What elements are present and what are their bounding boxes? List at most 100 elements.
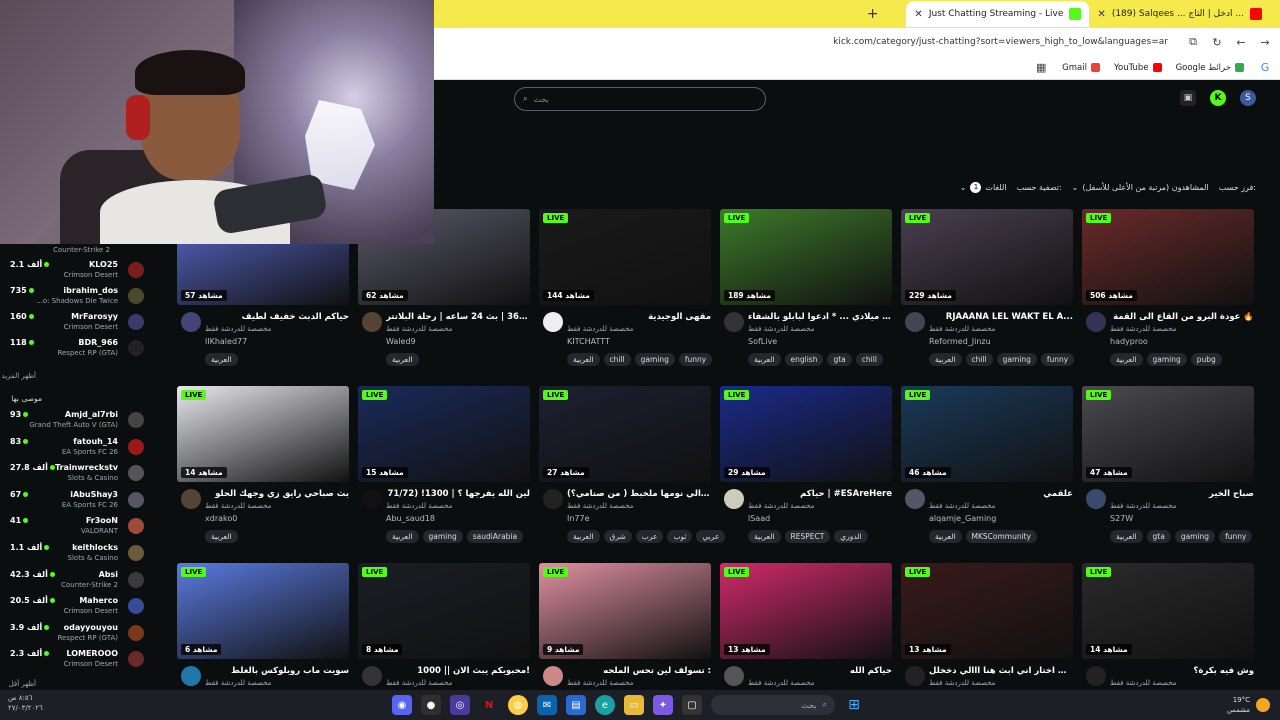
stream-thumbnail[interactable]: LIVE 144 مشاهد — [539, 209, 711, 305]
avatar[interactable] — [1086, 489, 1106, 509]
stream-title[interactable]: حياكم الدبث خفيف لطيف — [205, 312, 349, 322]
url-field[interactable]: kick.com/category/just-chatting?sort=vie… — [833, 37, 1168, 47]
stream-title[interactable]: البث 36 | بث 24 ساعه | رحلة البلاتتر — [386, 312, 530, 322]
stream-title[interactable]: حياكم | #ESAreHere — [748, 489, 892, 499]
sidebar-channel[interactable]: 2.1 ألف KLO25 Crimson Desert — [0, 258, 160, 284]
stream-tag[interactable]: gaming — [1174, 530, 1216, 543]
stream-thumbnail[interactable]: LIVE 189 مشاهد — [720, 209, 892, 305]
stream-tag[interactable]: gaming — [422, 530, 463, 543]
clock[interactable]: ٨:٥٦ ص ٢٧/٠٣/٢٠٢٦ — [8, 693, 43, 713]
google-icon[interactable]: G — [1258, 61, 1272, 74]
sidebar-channel[interactable]: 118 BDR_966 Respect RP (GTA) — [0, 336, 160, 362]
sidebar-channel[interactable]: 41 Fr3ooN VALORANT — [0, 514, 160, 540]
stream-tag[interactable]: العربية — [567, 353, 600, 366]
stream-title[interactable]: RJAAANA LEL WAKT EL A... — [929, 312, 1073, 322]
stream-tag[interactable]: gaming — [996, 353, 1037, 366]
netflix-icon[interactable]: N — [479, 695, 499, 715]
stream-title[interactable]: 71/72) !1300 | لين الله يفرجها ؟ — [386, 489, 530, 499]
stream-tag[interactable]: chill — [855, 353, 883, 366]
sidebar-channel[interactable]: 20.5 ألف Maherco Crimson Desert — [0, 594, 160, 620]
stream-category[interactable]: مخصصة للدردشة فقط — [748, 679, 892, 687]
sidebar-channel[interactable]: 1.1 ألف keithlocks Slots & Casino — [0, 541, 160, 567]
kick-logo-icon[interactable]: K — [1210, 90, 1226, 106]
store-icon[interactable]: ▤ — [566, 695, 586, 715]
stream-card[interactable]: LIVE 15 مشاهد 71/72) !1300 | لين الله يفرج… — [358, 386, 530, 556]
stream-tag[interactable]: العربية — [205, 353, 238, 366]
stream-category[interactable]: مخصصة للدردشة فقط — [205, 679, 349, 687]
forward-icon[interactable]: ← — [1234, 36, 1248, 49]
stream-thumbnail[interactable]: LIVE 506 مشاهد — [1082, 209, 1254, 305]
sidebar-channel[interactable]: 3.9 ألف odayyouyou Respect RP (GTA) — [0, 621, 160, 647]
stream-tag[interactable]: العربية — [1110, 353, 1143, 366]
stream-card[interactable]: LIVE 47 مشاهد صباح الخير مخصصة للدردشة فقط S… — [1082, 386, 1254, 556]
stream-card[interactable]: LIVE 506 مشاهد عودة البرو من القاع الى الق… — [1082, 209, 1254, 379]
streamer-name[interactable]: Reformed_Jinzu — [929, 337, 991, 346]
stream-category[interactable]: مخصصة للدردشة فقط — [386, 679, 530, 687]
streamer-name[interactable]: KITCHATTT — [567, 337, 610, 346]
stream-title[interactable]: صباح الخير — [1110, 489, 1254, 499]
gift-icon[interactable]: ▣ — [1180, 90, 1196, 106]
sidebar-channel[interactable]: 83 fatouh_14 EA Sports FC 26 — [0, 435, 160, 461]
stream-category[interactable]: مخصصة للدردشة فقط — [1110, 502, 1254, 510]
stream-category[interactable]: مخصصة للدردشة فقط — [567, 325, 711, 333]
stream-category[interactable]: مخصصة للدردشة فقط — [929, 325, 1073, 333]
stream-category[interactable]: مخصصة للدردشة فقط — [386, 325, 530, 333]
stream-tag[interactable]: RESPECT — [784, 530, 831, 543]
stream-title[interactable]: وش فيه بكرة؟ — [1110, 666, 1255, 676]
sort-select[interactable]: ⌄ المشاهدون (مرتبة من الأعلى للأسفل) — [1072, 183, 1209, 192]
stream-tag[interactable]: العربية — [567, 530, 600, 543]
user-avatar[interactable]: S — [1240, 90, 1256, 106]
stream-tag[interactable]: العربية — [929, 530, 962, 543]
streamer-name[interactable]: In77e — [567, 514, 590, 523]
stream-thumbnail[interactable]: LIVE 13 مشاهد — [901, 563, 1073, 659]
avatar[interactable] — [543, 312, 563, 332]
stream-category[interactable]: مخصصة للدردشة فقط — [929, 502, 1073, 510]
stream-tag[interactable]: عرب — [635, 530, 664, 543]
stream-tag[interactable]: العربية — [748, 353, 781, 366]
stream-tag[interactable]: gaming — [634, 353, 675, 366]
sidebar-channel[interactable]: 2.3 ألف LOMEROOO Crimson Desert — [0, 647, 160, 673]
stream-tag[interactable]: الدوري — [834, 530, 868, 543]
language-filter[interactable]: ⌄ 1 اللغات — [960, 181, 1007, 193]
stream-thumbnail[interactable]: LIVE 47 مشاهد — [1082, 386, 1254, 482]
chrome-icon[interactable]: ◍ — [508, 695, 528, 715]
avatar[interactable] — [905, 312, 925, 332]
back-icon[interactable]: → — [1258, 36, 1272, 49]
close-icon[interactable]: ✕ — [914, 9, 922, 20]
edge-icon[interactable]: e — [595, 695, 615, 715]
streamer-name[interactable]: alqamje_Gaming — [929, 514, 996, 523]
taskbar-search[interactable]: بحث ⌕ — [711, 695, 835, 715]
tab-kick[interactable]: ✕ Just Chatting Streaming - Live — [906, 1, 1090, 27]
streamer-name[interactable]: Waled9 — [386, 337, 416, 346]
bookmark-youtube[interactable]: YouTube — [1114, 63, 1162, 73]
streamer-name[interactable]: lSaad — [748, 514, 770, 523]
windows-start-icon[interactable]: ⊞ — [844, 695, 864, 715]
streamer-name[interactable]: hadyproo — [1110, 337, 1148, 346]
stream-category[interactable]: مخصصة للدردشة فقط — [205, 502, 349, 510]
show-more-link[interactable]: أظهر المزيد — [2, 372, 36, 380]
sidebar-channel[interactable]: 67 iAbuShay3 EA Sports FC 26 — [0, 488, 160, 514]
avatar[interactable] — [905, 666, 925, 686]
stream-thumbnail[interactable]: LIVE 14 مشاهد — [1082, 563, 1254, 659]
stream-title[interactable]: محبوبكم يبث الان || 1000! — [386, 666, 530, 676]
streamer-name[interactable]: lIKhaled77 — [205, 337, 247, 346]
bookmark-gmail[interactable]: Gmail — [1062, 63, 1100, 73]
stream-tag[interactable]: عربي — [696, 530, 726, 543]
stream-tag[interactable]: العربية — [1110, 530, 1143, 543]
stream-thumbnail[interactable]: LIVE 46 مشاهد — [901, 386, 1073, 482]
sidebar-channel[interactable]: 735 ibrahim_dos ...o: Shadows Die Twice — [0, 284, 160, 310]
stream-title[interactable]: بث صباحي رايق زي وجهك الحلو — [205, 489, 349, 499]
stream-title[interactable]: تسولف لين تحس الملحه : — [567, 666, 711, 676]
copilot-icon[interactable]: ✦ — [653, 695, 673, 715]
avatar[interactable] — [181, 489, 201, 509]
stream-tag[interactable]: funny — [678, 353, 713, 366]
stream-card[interactable]: LIVE 27 مشاهد ــالناس الي نومها ملخبط ( من… — [539, 386, 726, 556]
stream-tag[interactable]: العربية — [205, 530, 238, 543]
stream-tag[interactable]: العربية — [929, 353, 962, 366]
discord-icon[interactable]: ◉ — [392, 695, 412, 715]
avatar[interactable] — [181, 666, 201, 686]
avatar[interactable] — [905, 489, 925, 509]
stream-card[interactable]: LIVE 46 مشاهد علقمي مخصصة للدردشة فقط alqamj… — [901, 386, 1073, 556]
weather-widget[interactable]: 19°C مشمس — [1227, 695, 1270, 715]
sidebar-channel[interactable]: 27.8 ألف Trainwreckstv Slots & Casino — [0, 461, 160, 487]
